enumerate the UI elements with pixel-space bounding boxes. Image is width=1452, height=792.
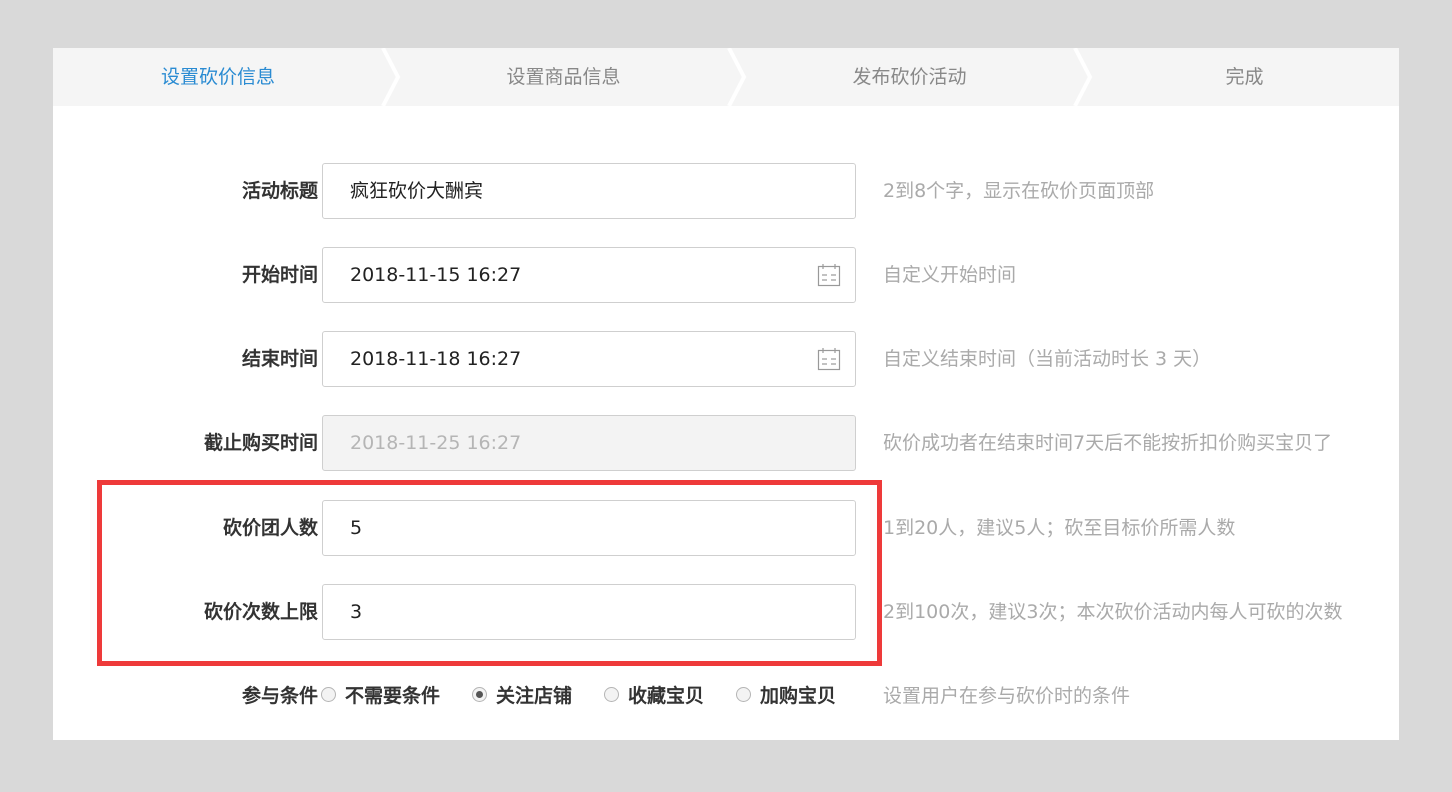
purchase-deadline-hint: 砍价成功者在结束时间7天后不能按折扣价购买宝贝了 bbox=[883, 432, 1333, 454]
activity-title-hint: 2到8个字，显示在砍价页面顶部 bbox=[883, 180, 1155, 202]
activity-title-input[interactable]: 疯狂砍价大酬宾 bbox=[322, 163, 856, 219]
radio-circle-checked[interactable] bbox=[472, 687, 487, 702]
radio-label: 关注店铺 bbox=[496, 685, 573, 707]
step-set-bargain-info[interactable]: 设置砍价信息 bbox=[53, 48, 383, 106]
step-set-product-info[interactable]: 设置商品信息 bbox=[398, 48, 729, 106]
start-time-hint: 自定义开始时间 bbox=[883, 264, 1017, 286]
activity-title-value: 疯狂砍价大酬宾 bbox=[350, 180, 484, 202]
calendar-icon[interactable] bbox=[817, 263, 841, 287]
form-panel: 设置砍价信息 设置商品信息 发布砍价活动 完成 活动标题 疯狂砍价大酬宾 2到8… bbox=[53, 48, 1399, 740]
radio-circle[interactable] bbox=[604, 687, 619, 702]
group-size-label: 砍价团人数 bbox=[222, 517, 318, 539]
radio-circle[interactable] bbox=[321, 687, 336, 702]
start-time-label: 开始时间 bbox=[241, 264, 318, 286]
radio-label: 收藏宝贝 bbox=[628, 685, 705, 707]
purchase-deadline-label: 截止购买时间 bbox=[203, 432, 318, 454]
end-time-input[interactable]: 2018-11-18 16:27 bbox=[322, 331, 856, 387]
progress-steps: 设置砍价信息 设置商品信息 发布砍价活动 完成 bbox=[53, 48, 1399, 106]
cut-limit-hint: 2到100次，建议3次；本次砍价活动内每人可砍的次数 bbox=[883, 601, 1343, 623]
end-time-hint: 自定义结束时间（当前活动时长 3 天） bbox=[883, 348, 1212, 370]
cut-limit-input[interactable]: 3 bbox=[322, 584, 856, 640]
purchase-deadline-input: 2018-11-25 16:27 bbox=[322, 415, 856, 471]
radio-circle[interactable] bbox=[736, 687, 751, 702]
group-size-value: 5 bbox=[350, 517, 363, 539]
condition-label: 参与条件 bbox=[241, 685, 318, 707]
group-size-hint: 1到20人，建议5人；砍至目标价所需人数 bbox=[883, 517, 1236, 539]
cut-limit-label: 砍价次数上限 bbox=[203, 601, 318, 623]
activity-title-label: 活动标题 bbox=[241, 180, 318, 202]
start-time-value: 2018-11-15 16:27 bbox=[350, 264, 522, 286]
condition-hint: 设置用户在参与砍价时的条件 bbox=[883, 685, 1131, 707]
start-time-input[interactable]: 2018-11-15 16:27 bbox=[322, 247, 856, 303]
radio-label: 加购宝贝 bbox=[760, 685, 837, 707]
step-complete[interactable]: 完成 bbox=[1090, 48, 1399, 106]
group-size-input[interactable]: 5 bbox=[322, 500, 856, 556]
step-publish-activity[interactable]: 发布砍价活动 bbox=[744, 48, 1075, 106]
end-time-label: 结束时间 bbox=[241, 348, 318, 370]
purchase-deadline-value: 2018-11-25 16:27 bbox=[350, 432, 522, 454]
calendar-icon[interactable] bbox=[817, 347, 841, 371]
cut-limit-value: 3 bbox=[350, 601, 363, 623]
radio-label: 不需要条件 bbox=[345, 685, 441, 707]
end-time-value: 2018-11-18 16:27 bbox=[350, 348, 522, 370]
